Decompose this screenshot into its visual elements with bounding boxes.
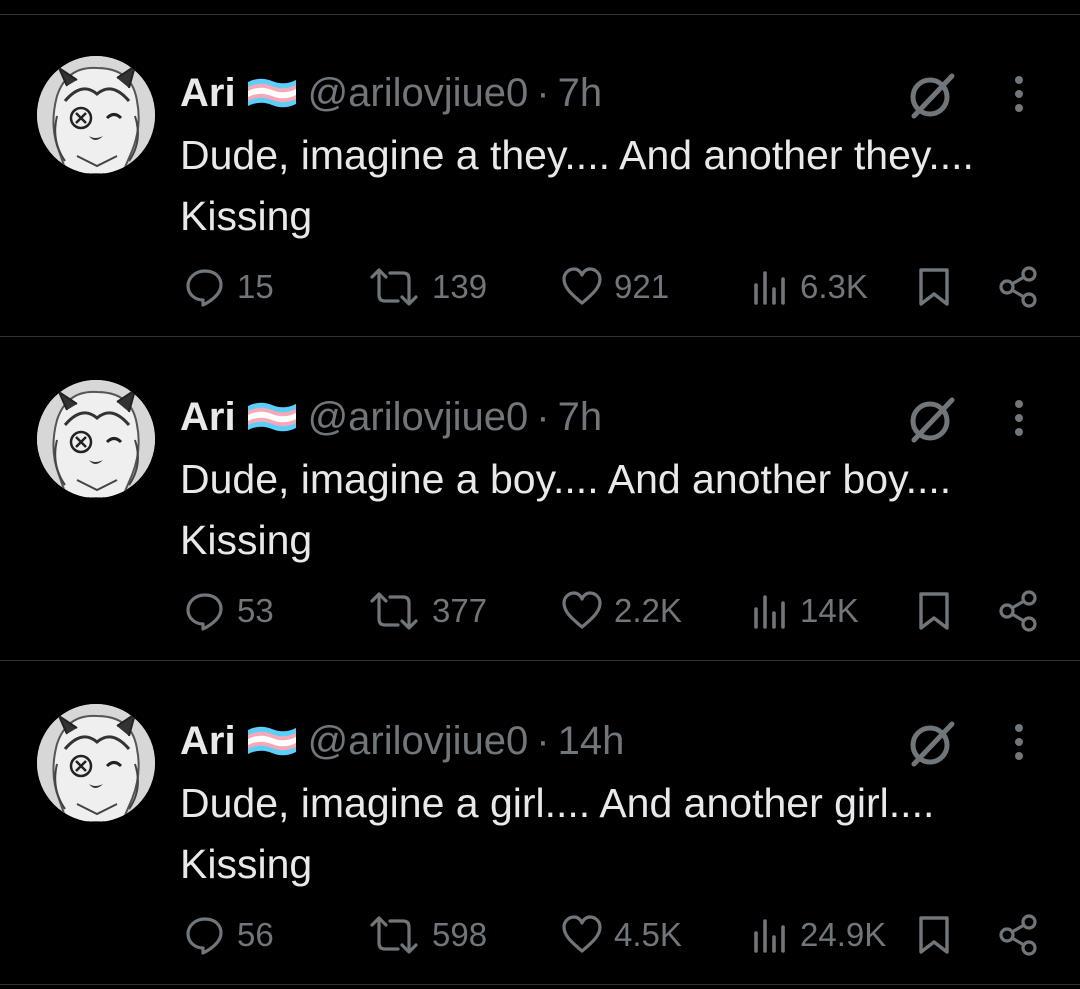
retweet-icon [370, 592, 418, 630]
views-count: 14K [800, 592, 859, 629]
reply-icon [186, 269, 223, 307]
views-button[interactable]: 24.9K [750, 910, 886, 960]
more-vertical-icon[interactable] [1004, 72, 1034, 116]
reply-count: 15 [237, 268, 274, 305]
avatar[interactable] [37, 380, 155, 498]
display-name[interactable]: Ari [180, 395, 236, 440]
views-icon [754, 919, 785, 953]
retweet-button[interactable]: 598 [366, 910, 487, 960]
tweet-text: Dude, imagine a girl.... And another gir… [180, 780, 935, 887]
handle[interactable]: @arilovjiue0 [308, 395, 529, 440]
display-name[interactable]: Ari [180, 71, 236, 116]
separator-dot: · [536, 718, 550, 763]
tweet-header: Ari @arilovjiue0 · 7h [180, 392, 602, 442]
grok-icon[interactable] [904, 718, 960, 768]
heart-icon [562, 267, 602, 305]
retweet-count: 598 [432, 916, 488, 953]
avatar-drawing-icon [37, 704, 155, 822]
retweet-button[interactable]: 139 [366, 262, 487, 312]
display-name[interactable]: Ari [180, 719, 236, 764]
retweet-icon [370, 916, 418, 954]
separator-dot: · [536, 70, 550, 115]
views-count: 24.9K [800, 916, 887, 953]
grok-icon[interactable] [904, 394, 960, 444]
like-count: 4.5K [614, 916, 682, 953]
tweet[interactable]: Ari @arilovjiue0 · 7h Dude, imagine a th… [0, 14, 1080, 337]
share-icon[interactable] [996, 913, 1040, 962]
reply-count: 56 [237, 916, 274, 953]
tweet-text: Dude, imagine a they.... And another the… [180, 132, 974, 239]
reply-count: 53 [237, 592, 274, 629]
retweet-icon [370, 268, 418, 306]
trans-flag-icon [246, 400, 298, 434]
tweet[interactable]: Ari @arilovjiue0 · 14h Dude, imagine a g… [0, 662, 1080, 985]
timestamp[interactable]: 7h [558, 71, 603, 116]
like-count: 2.2K [614, 592, 682, 629]
tweet-header: Ari @arilovjiue0 · 14h [180, 716, 624, 766]
more-vertical-icon[interactable] [1004, 396, 1034, 440]
avatar-drawing-icon [37, 380, 155, 498]
action-bar: 53 377 2.2K 14K [0, 586, 1080, 636]
trans-flag-icon [246, 76, 298, 110]
action-bar: 56 598 4.5K 24.9K [0, 910, 1080, 960]
retweet-count: 377 [432, 592, 488, 629]
like-button[interactable]: 921 [560, 262, 669, 312]
grok-icon[interactable] [904, 70, 960, 120]
heart-icon [562, 915, 602, 953]
retweet-count: 139 [432, 268, 488, 305]
tweet-header: Ari @arilovjiue0 · 7h [180, 68, 602, 118]
bookmark-icon[interactable] [914, 265, 954, 314]
trans-flag-icon [246, 724, 298, 758]
tweet-text: Dude, imagine a boy.... And another boy.… [180, 456, 952, 563]
handle[interactable]: @arilovjiue0 [308, 71, 529, 116]
views-count: 6.3K [800, 268, 868, 305]
bookmark-icon[interactable] [914, 589, 954, 638]
tweet-divider [0, 660, 1080, 661]
reply-button[interactable]: 56 [183, 910, 274, 960]
like-button[interactable]: 4.5K [560, 910, 682, 960]
timestamp[interactable]: 14h [558, 719, 625, 764]
reply-button[interactable]: 15 [183, 262, 274, 312]
reply-button[interactable]: 53 [183, 586, 274, 636]
more-vertical-icon[interactable] [1004, 720, 1034, 764]
like-count: 921 [614, 268, 670, 305]
tweet-divider [0, 336, 1080, 337]
views-icon [754, 271, 785, 305]
reply-icon [186, 593, 223, 631]
tweet[interactable]: Ari @arilovjiue0 · 7h Dude, imagine a bo… [0, 338, 1080, 661]
share-icon[interactable] [996, 589, 1040, 638]
views-icon [754, 595, 785, 629]
like-button[interactable]: 2.2K [560, 586, 682, 636]
avatar-drawing-icon [37, 56, 155, 174]
bookmark-icon[interactable] [914, 913, 954, 962]
views-button[interactable]: 14K [750, 586, 859, 636]
retweet-button[interactable]: 377 [366, 586, 487, 636]
handle[interactable]: @arilovjiue0 [308, 719, 529, 764]
separator-dot: · [536, 394, 550, 439]
avatar[interactable] [37, 56, 155, 174]
share-icon[interactable] [996, 265, 1040, 314]
avatar[interactable] [37, 704, 155, 822]
timestamp[interactable]: 7h [558, 395, 603, 440]
heart-icon [562, 591, 602, 629]
tweet-divider [0, 984, 1080, 985]
action-bar: 15 139 921 6.3K [0, 262, 1080, 312]
reply-icon [186, 917, 223, 955]
views-button[interactable]: 6.3K [750, 262, 868, 312]
